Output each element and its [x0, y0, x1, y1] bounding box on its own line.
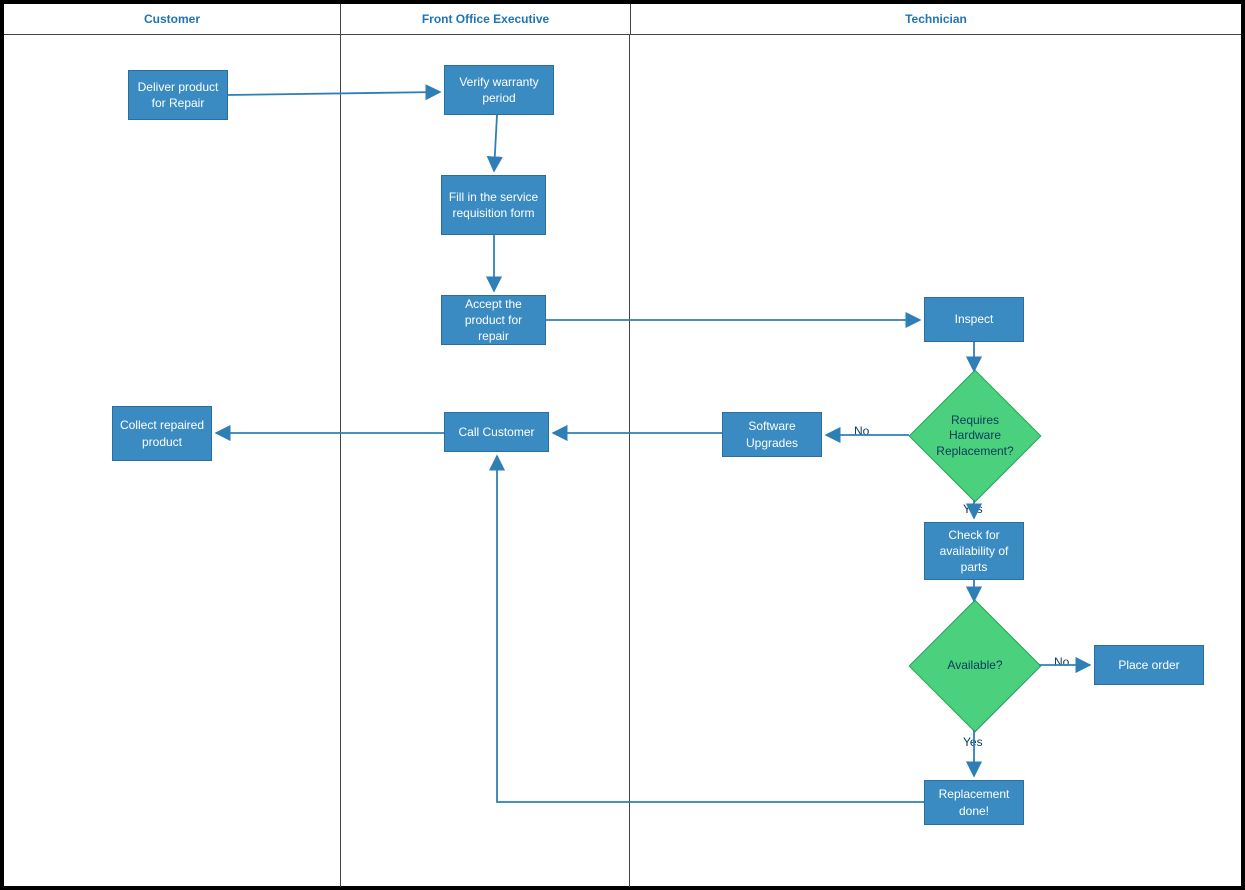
node-replacement-done-label: Replacement done! — [931, 786, 1017, 818]
node-fill-form-label: Fill in the service requisition form — [448, 189, 539, 221]
node-requires-hardware: Requires Hardware Replacement? — [909, 370, 1042, 503]
diagram-frame: Customer Front Office Executive Technici… — [0, 0, 1245, 890]
node-check-parts-label: Check for availability of parts — [931, 527, 1017, 576]
node-place-order: Place order — [1094, 645, 1204, 685]
node-inspect-label: Inspect — [955, 311, 994, 327]
edge-deliver-verify — [228, 92, 440, 95]
edge-label-avail-no: No — [1054, 655, 1069, 669]
node-requires-hardware-label: Requires Hardware Replacement? — [929, 390, 1021, 482]
lane-front-office-label: Front Office Executive — [422, 12, 549, 26]
node-available: Available? — [909, 600, 1042, 733]
lane-divider-2 — [629, 35, 630, 887]
lane-technician-label: Technician — [905, 12, 967, 26]
node-accept-product: Accept the product for repair — [441, 295, 546, 345]
node-call-customer-label: Call Customer — [458, 424, 534, 440]
node-verify-warranty: Verify warranty period — [444, 65, 554, 115]
node-inspect: Inspect — [924, 297, 1024, 342]
lane-header: Customer Front Office Executive Technici… — [4, 4, 1241, 35]
edges-layer — [4, 35, 1241, 887]
node-collect-repaired-label: Collect repaired product — [119, 417, 205, 449]
node-deliver-product: Deliver product for Repair — [128, 70, 228, 120]
node-software-upgrades-label: Software Upgrades — [729, 418, 815, 450]
node-accept-product-label: Accept the product for repair — [448, 296, 539, 345]
node-available-label: Available? — [929, 620, 1021, 712]
lane-divider-1 — [340, 35, 341, 887]
edge-label-reqhw-no: No — [854, 424, 869, 438]
edge-verify-fill — [494, 115, 497, 171]
node-fill-form: Fill in the service requisition form — [441, 175, 546, 235]
node-verify-warranty-label: Verify warranty period — [451, 74, 547, 106]
node-software-upgrades: Software Upgrades — [722, 412, 822, 457]
node-call-customer: Call Customer — [444, 412, 549, 452]
lane-customer: Customer — [4, 4, 341, 34]
edge-replacement-call — [497, 456, 924, 802]
lane-technician: Technician — [631, 4, 1241, 34]
node-collect-repaired: Collect repaired product — [112, 406, 212, 461]
edge-label-avail-yes: Yes — [963, 735, 983, 749]
node-deliver-product-label: Deliver product for Repair — [135, 79, 221, 111]
lane-customer-label: Customer — [144, 12, 200, 26]
diagram-body: Deliver product for Repair Collect repai… — [4, 35, 1241, 887]
lane-front-office: Front Office Executive — [341, 4, 631, 34]
node-place-order-label: Place order — [1118, 657, 1179, 673]
edge-label-reqhw-yes: Yes — [963, 502, 983, 516]
node-replacement-done: Replacement done! — [924, 780, 1024, 825]
node-check-parts: Check for availability of parts — [924, 522, 1024, 580]
